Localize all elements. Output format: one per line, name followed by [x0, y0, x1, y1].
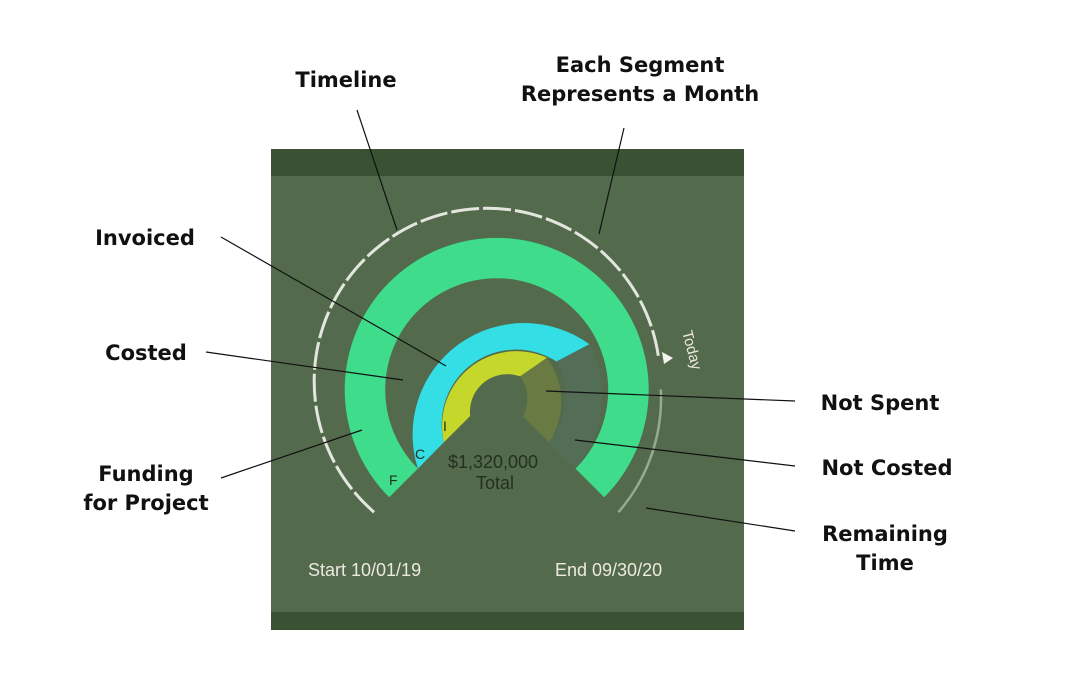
- not-spent-callout: Not Spent: [821, 391, 940, 415]
- funding-callout-line1: Funding: [98, 462, 193, 486]
- annotated-diagram: Today F C I $1,320,000 Total Start 10/01…: [83, 53, 953, 630]
- panel-top-band: [271, 149, 744, 176]
- invoiced-ring-letter: I: [443, 418, 447, 434]
- funding-callout-line2: for Project: [83, 491, 208, 515]
- panel-bottom-band: [271, 612, 744, 630]
- segment-callout-line2: Represents a Month: [521, 82, 759, 106]
- funding-ring-letter: F: [389, 472, 398, 488]
- remaining-callout-line1: Remaining: [822, 522, 948, 546]
- start-date-label: Start 10/01/19: [308, 560, 421, 580]
- timeline-callout: Timeline: [295, 68, 396, 92]
- invoiced-callout: Invoiced: [95, 226, 195, 250]
- costed-callout: Costed: [105, 341, 187, 365]
- total-label: Total: [476, 473, 514, 493]
- not-costed-callout: Not Costed: [821, 456, 952, 480]
- panel-background: [271, 149, 744, 630]
- end-date-label: End 09/30/20: [555, 560, 662, 580]
- costed-ring-letter: C: [415, 446, 425, 462]
- segment-callout-line1: Each Segment: [556, 53, 725, 77]
- budget-widget-panel: [271, 149, 744, 630]
- remaining-callout-line2: Time: [856, 551, 914, 575]
- total-amount: $1,320,000: [448, 452, 538, 472]
